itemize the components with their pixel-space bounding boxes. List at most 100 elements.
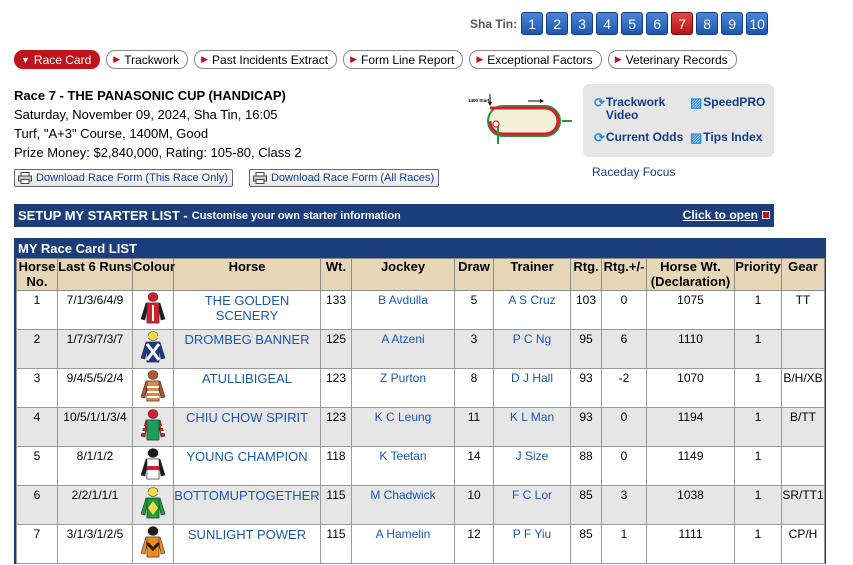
jockey-link[interactable]: Z Purton [351, 368, 455, 408]
table-row: 1 7/1/3/6/4/9 THE GOLDEN SCENERY 133 B Avdu… [16, 290, 825, 330]
quick-links-panel: ⟳ Trackwork Video ▨ SpeedPRO ⟳ Current Od… [583, 84, 774, 157]
download-all-races-button[interactable]: Download Race Form (All Races) [248, 169, 440, 187]
triangle-right-icon: ▶ [113, 54, 121, 64]
weight: 123 [320, 407, 352, 447]
race-button-8[interactable]: 8 [696, 12, 719, 35]
column-header[interactable]: Draw [454, 258, 494, 291]
column-header[interactable]: Wt. [320, 258, 352, 291]
horse-number: 6 [16, 485, 58, 525]
column-header[interactable]: Jockey [351, 258, 455, 291]
horse-name-link[interactable]: YOUNG CHAMPION [173, 446, 321, 486]
colour [132, 485, 174, 525]
horse-name-link[interactable]: THE GOLDEN SCENERY [173, 290, 321, 330]
horse-number: 5 [16, 446, 58, 486]
gear: SR/TT1 [781, 485, 825, 525]
horse-name-link[interactable]: DROMBEG BANNER [173, 329, 321, 369]
jockey-link[interactable]: M Chadwick [351, 485, 455, 525]
horse-weight: 1111 [646, 524, 735, 564]
rating: 88 [570, 446, 602, 486]
track-map-diagram: 1400 Start [468, 94, 572, 144]
speedpro-link[interactable]: ▨ SpeedPRO [690, 96, 765, 110]
jockey-link[interactable]: A Atzeni [351, 329, 455, 369]
horse-name-link[interactable]: SUNLIGHT POWER [173, 524, 321, 564]
table-row: 7 3/1/3/1/2/5 SUNLIGHT POWER 115 A Hamelin 1… [16, 524, 825, 564]
column-header[interactable]: Priority [734, 258, 782, 291]
draw: 11 [454, 407, 494, 447]
triangle-down-icon: ▼ [21, 54, 30, 65]
race-number-nav: Sha Tin: 1 2 3 4 5 6 7 8 9 10 [470, 12, 771, 35]
tab-race-card[interactable]: ▼ Race Card [14, 50, 101, 69]
race-title: Race 7 - THE PANASONIC CUP (HANDICAP) [14, 88, 286, 103]
tab-trackwork[interactable]: ▶ Trackwork [106, 50, 189, 69]
jockey-link[interactable]: K C Leung [351, 407, 455, 447]
race-button-2[interactable]: 2 [546, 12, 569, 35]
race-info-tabs: ▼ Race Card ▶ Trackwork ▶ Past Incidents Ex… [14, 50, 743, 69]
click-to-open-link[interactable]: Click to open [683, 208, 770, 222]
horse-name-link[interactable]: BOTTOMUPTOGETHER [173, 485, 321, 525]
column-header[interactable]: Rtg. [570, 258, 602, 291]
table-row: 2 1/7/3/7/3/7 DROMBEG BANNER 125 A Atzeni 3 P… [16, 329, 825, 369]
starter-list-title: SETUP MY STARTER LIST - [18, 208, 188, 223]
colour [132, 407, 174, 447]
trainer-link[interactable]: J Size [493, 446, 571, 486]
tab-exceptional-factors[interactable]: ▶ Exceptional Factors [469, 50, 602, 69]
race-button-6[interactable]: 6 [646, 12, 669, 35]
trainer-link[interactable]: D J Hall [493, 368, 571, 408]
priority: 1 [734, 485, 782, 525]
jockey-link[interactable]: A Hamelin [351, 524, 455, 564]
race-button-4[interactable]: 4 [596, 12, 619, 35]
trainer-link[interactable]: P F Yiu [493, 524, 571, 564]
column-header[interactable]: Rtg.+/- [601, 258, 647, 291]
tab-veterinary-records[interactable]: ▶ Veterinary Records [607, 50, 737, 69]
trainer-link[interactable]: P C Ng [493, 329, 571, 369]
jockey-silk-icon [140, 370, 166, 402]
tab-form-line-report[interactable]: ▶ Form Line Report [343, 50, 464, 69]
column-header[interactable]: Horse No. [16, 258, 58, 291]
table-row: 5 8/1/1/2 YOUNG CHAMPION 118 K Teetan 14 J Si… [16, 446, 825, 486]
column-header[interactable]: Gear [781, 258, 825, 291]
column-header[interactable]: Horse Wt. (Declaration) [646, 258, 735, 291]
trainer-link[interactable]: K L Man [493, 407, 571, 447]
tips-index-link[interactable]: ▨ Tips Index [690, 131, 762, 145]
setup-starter-list-bar: SETUP MY STARTER LIST - Customise your o… [14, 204, 774, 227]
horse-weight: 1070 [646, 368, 735, 408]
trainer-link[interactable]: F C Lor [493, 485, 571, 525]
rating-change: 0 [601, 407, 647, 447]
trainer-link[interactable]: A S Cruz [493, 290, 571, 330]
race-button-9[interactable]: 9 [721, 12, 744, 35]
rating: 93 [570, 407, 602, 447]
race-info: Race 7 - THE PANASONIC CUP (HANDICAP) Sa… [14, 86, 302, 162]
column-header[interactable]: Horse [173, 258, 321, 291]
jockey-link[interactable]: K Teetan [351, 446, 455, 486]
race-button-7[interactable]: 7 [671, 12, 694, 35]
horse-name-link[interactable]: CHIU CHOW SPIRIT [173, 407, 321, 447]
race-button-10[interactable]: 10 [746, 12, 769, 35]
horse-weight: 1149 [646, 446, 735, 486]
race-button-1[interactable]: 1 [521, 12, 544, 35]
horse-name-link[interactable]: ATULLIBIGEAL [173, 368, 321, 408]
column-header[interactable]: Last 6 Runs [57, 258, 133, 291]
priority: 1 [734, 407, 782, 447]
raceday-focus-link[interactable]: Raceday Focus [592, 165, 675, 179]
rating-change: 0 [601, 446, 647, 486]
race-course: Turf, "A+3" Course, 1400M, Good [14, 126, 209, 141]
jockey-silk-icon [140, 526, 166, 558]
horse-number: 4 [16, 407, 58, 447]
tab-past-incidents[interactable]: ▶ Past Incidents Extract [194, 50, 338, 69]
download-this-race-button[interactable]: Download Race Form (This Race Only) [14, 169, 233, 187]
race-card-list: MY Race Card LIST Horse No. Last 6 Runs Co… [14, 238, 826, 564]
horse-weight: 1075 [646, 290, 735, 330]
column-header[interactable]: Trainer [493, 258, 571, 291]
table-row: 6 2/2/1/1/1 BOTTOMUPTOGETHER 115 M Chadwick… [16, 485, 825, 525]
current-odds-link[interactable]: ⟳ Current Odds [594, 131, 683, 145]
race-button-5[interactable]: 5 [621, 12, 644, 35]
race-button-3[interactable]: 3 [571, 12, 594, 35]
column-header[interactable]: Colour [132, 258, 175, 291]
last-6-runs: 9/4/5/5/2/4 [57, 368, 133, 408]
draw: 8 [454, 368, 494, 408]
horse-weight: 1038 [646, 485, 735, 525]
printer-icon [252, 172, 267, 184]
weight: 133 [320, 290, 352, 330]
jockey-link[interactable]: B Avdulla [351, 290, 455, 330]
trackwork-video-link[interactable]: ⟳ Trackwork Video [594, 96, 665, 122]
